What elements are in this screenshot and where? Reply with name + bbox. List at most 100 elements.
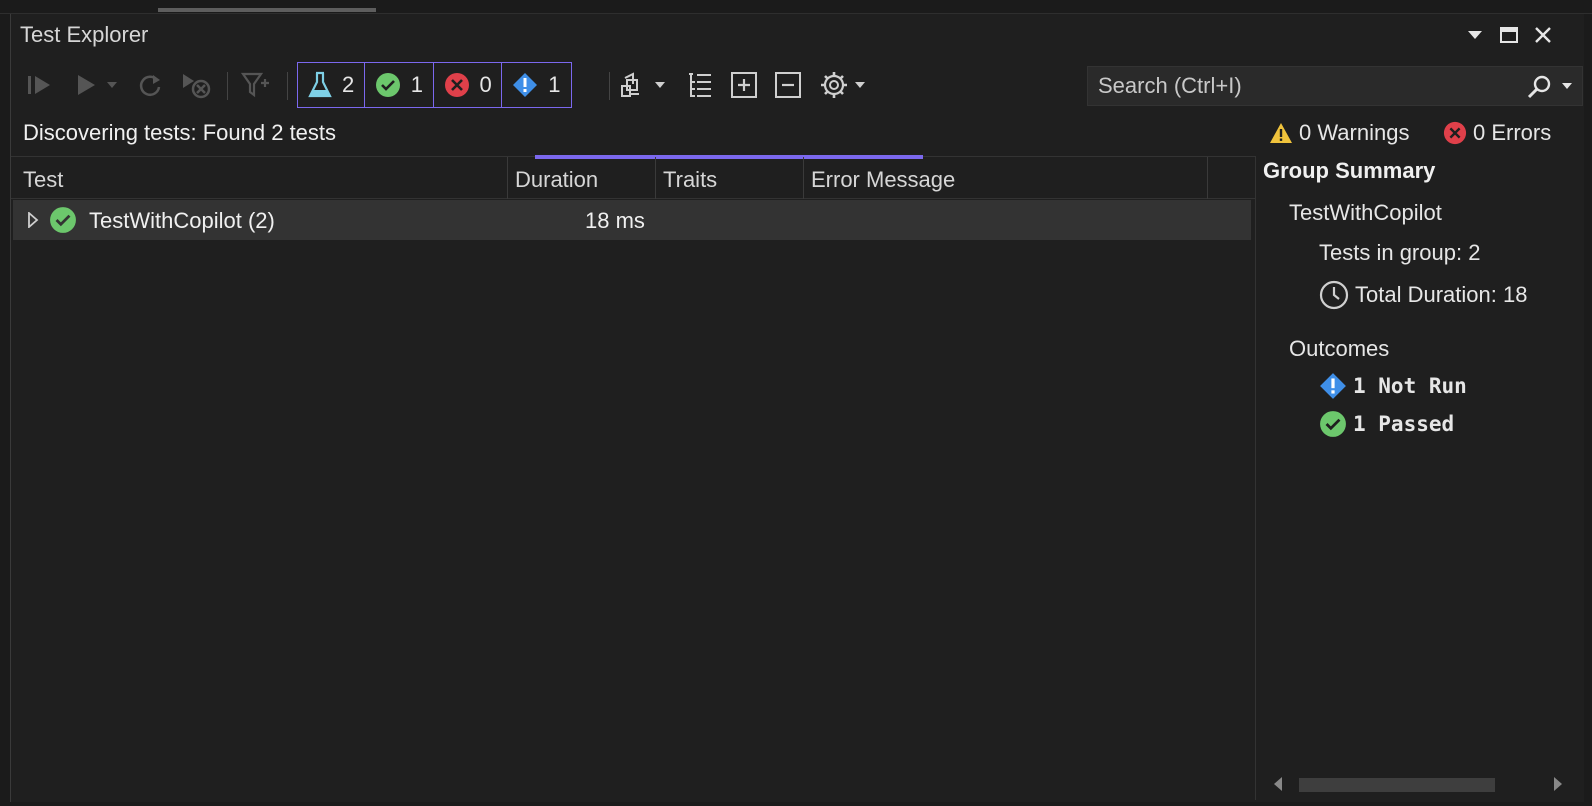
- run-button[interactable]: [69, 68, 103, 102]
- run-dropdown[interactable]: [103, 68, 121, 102]
- cancel-run-button[interactable]: [179, 68, 213, 102]
- flask-icon: [308, 71, 332, 98]
- test-explorer-panel: Test Explorer 2 1 0 1 Search (Ctrl+I) Di…: [10, 14, 1584, 802]
- chevron-down-icon: [107, 82, 117, 88]
- status-bar: Discovering tests: Found 2 tests 0 Warni…: [11, 114, 1584, 154]
- column-header-test[interactable]: Test: [23, 167, 63, 193]
- gear-icon: [821, 72, 847, 98]
- test-name: TestWithCopilot (2): [89, 208, 275, 233]
- column-header-error-message[interactable]: Error Message: [811, 167, 955, 193]
- grid-header: Test Duration Traits Error Message: [11, 157, 1255, 199]
- hierarchy-icon: [689, 73, 711, 97]
- filter-not-run-button[interactable]: 1: [501, 62, 572, 108]
- summary-horizontal-scrollbar[interactable]: [1263, 770, 1583, 798]
- tests-in-group: Tests in group: 2: [1319, 240, 1480, 266]
- errors-count: 0 Errors: [1473, 120, 1552, 145]
- panel-title: Test Explorer: [20, 22, 149, 47]
- failed-count: 0: [479, 72, 492, 97]
- toolbar-separator: [287, 72, 288, 100]
- outcome-passed[interactable]: 1 Passed: [1319, 410, 1454, 438]
- column-resize-handle[interactable]: [1207, 157, 1208, 199]
- toolbar-separator: [609, 72, 610, 100]
- clock-icon: [1319, 280, 1349, 310]
- run-all-button[interactable]: [23, 68, 57, 102]
- toolbar: 2 1 0 1: [11, 60, 1584, 110]
- filter-failed-button[interactable]: 0: [432, 62, 503, 108]
- error-icon: [1443, 121, 1467, 145]
- column-resize-handle[interactable]: [803, 157, 804, 199]
- passed-icon: [1320, 411, 1346, 437]
- passed-label: 1 Passed: [1353, 412, 1455, 436]
- close-icon: [1535, 27, 1551, 43]
- table-row[interactable]: TestWithCopilot (2) 18 ms: [13, 200, 1251, 240]
- collapse-all-icon: [775, 72, 801, 98]
- warnings-link[interactable]: 0 Warnings: [1269, 120, 1409, 146]
- total-duration: Total Duration: 18: [1319, 280, 1527, 310]
- outcome-not-run[interactable]: 1 Not Run: [1319, 372, 1467, 400]
- column-header-traits[interactable]: Traits: [663, 167, 717, 193]
- filter-all-tests-button[interactable]: 2: [297, 62, 366, 108]
- not-run-icon: [1320, 373, 1346, 399]
- filter-icon: [241, 72, 269, 98]
- play-icon: [78, 75, 95, 95]
- active-tab-indicator: [158, 8, 376, 12]
- window-position-dropdown[interactable]: [1461, 22, 1489, 48]
- discovery-status: Discovering tests: Found 2 tests: [23, 120, 337, 145]
- not-run-label: 1 Not Run: [1353, 374, 1467, 398]
- expand-arrow-icon: [28, 212, 39, 228]
- group-summary-pane: Group Summary TestWithCopilot Tests in g…: [1263, 156, 1585, 800]
- not-run-icon: [513, 73, 538, 97]
- left-edge: [0, 14, 10, 806]
- panel-splitter[interactable]: [1255, 156, 1261, 800]
- errors-link[interactable]: 0 Errors: [1443, 120, 1551, 146]
- expand-all-button[interactable]: [727, 68, 761, 102]
- warnings-count: 0 Warnings: [1299, 120, 1410, 145]
- expand-all-icon: [731, 72, 757, 98]
- repeat-icon: [139, 75, 161, 96]
- scroll-left-icon: [1274, 777, 1282, 791]
- show-hierarchy-button[interactable]: [683, 68, 717, 102]
- settings-dropdown[interactable]: [851, 68, 869, 102]
- passed-icon: [50, 207, 76, 233]
- cancel-run-icon: [183, 74, 211, 99]
- maximize-icon: [1500, 27, 1518, 43]
- toolbar-separator: [227, 72, 228, 100]
- top-tab-strip: [0, 0, 1592, 14]
- column-resize-handle[interactable]: [655, 157, 656, 199]
- scrollbar-thumb[interactable]: [1299, 778, 1495, 792]
- column-resize-handle[interactable]: [507, 157, 508, 199]
- filter-button[interactable]: [239, 68, 273, 102]
- test-list: Test Duration Traits Error Message TestW…: [11, 155, 1255, 800]
- playlist-icon: [621, 72, 639, 97]
- repeat-last-run-button[interactable]: [133, 68, 167, 102]
- passed-icon: [375, 73, 400, 97]
- title-bar: Test Explorer: [11, 14, 1584, 58]
- close-button[interactable]: [1529, 22, 1557, 48]
- maximize-button[interactable]: [1495, 22, 1523, 48]
- total-duration-label: Total Duration: 18: [1355, 282, 1528, 307]
- search-box: [1087, 66, 1583, 106]
- filter-passed-button[interactable]: 1: [363, 62, 434, 108]
- playlist-button[interactable]: [617, 68, 651, 102]
- settings-button[interactable]: [817, 68, 851, 102]
- group-name: TestWithCopilot: [1289, 200, 1442, 225]
- column-header-duration[interactable]: Duration: [515, 167, 598, 193]
- all-tests-count: 2: [342, 72, 355, 97]
- outcomes-heading: Outcomes: [1289, 336, 1389, 362]
- search-input[interactable]: [1088, 67, 1518, 105]
- chevron-down-icon: [855, 82, 865, 88]
- scroll-right-icon: [1554, 777, 1562, 791]
- failed-icon: [444, 73, 469, 97]
- passed-count: 1: [410, 72, 423, 97]
- outcomes-label: Outcomes: [1289, 336, 1390, 361]
- warning-icon: [1270, 123, 1292, 143]
- playlist-dropdown[interactable]: [651, 68, 669, 102]
- chevron-down-icon: [1468, 31, 1482, 39]
- outcome-filter-group: 2 1 0 1: [297, 62, 572, 108]
- search-options-chevron-icon: [1562, 83, 1572, 89]
- run-all-icon: [28, 76, 50, 94]
- collapse-all-button[interactable]: [771, 68, 805, 102]
- chevron-down-icon: [655, 82, 665, 88]
- search-icon: [1527, 75, 1551, 99]
- test-duration: 18 ms: [585, 208, 645, 233]
